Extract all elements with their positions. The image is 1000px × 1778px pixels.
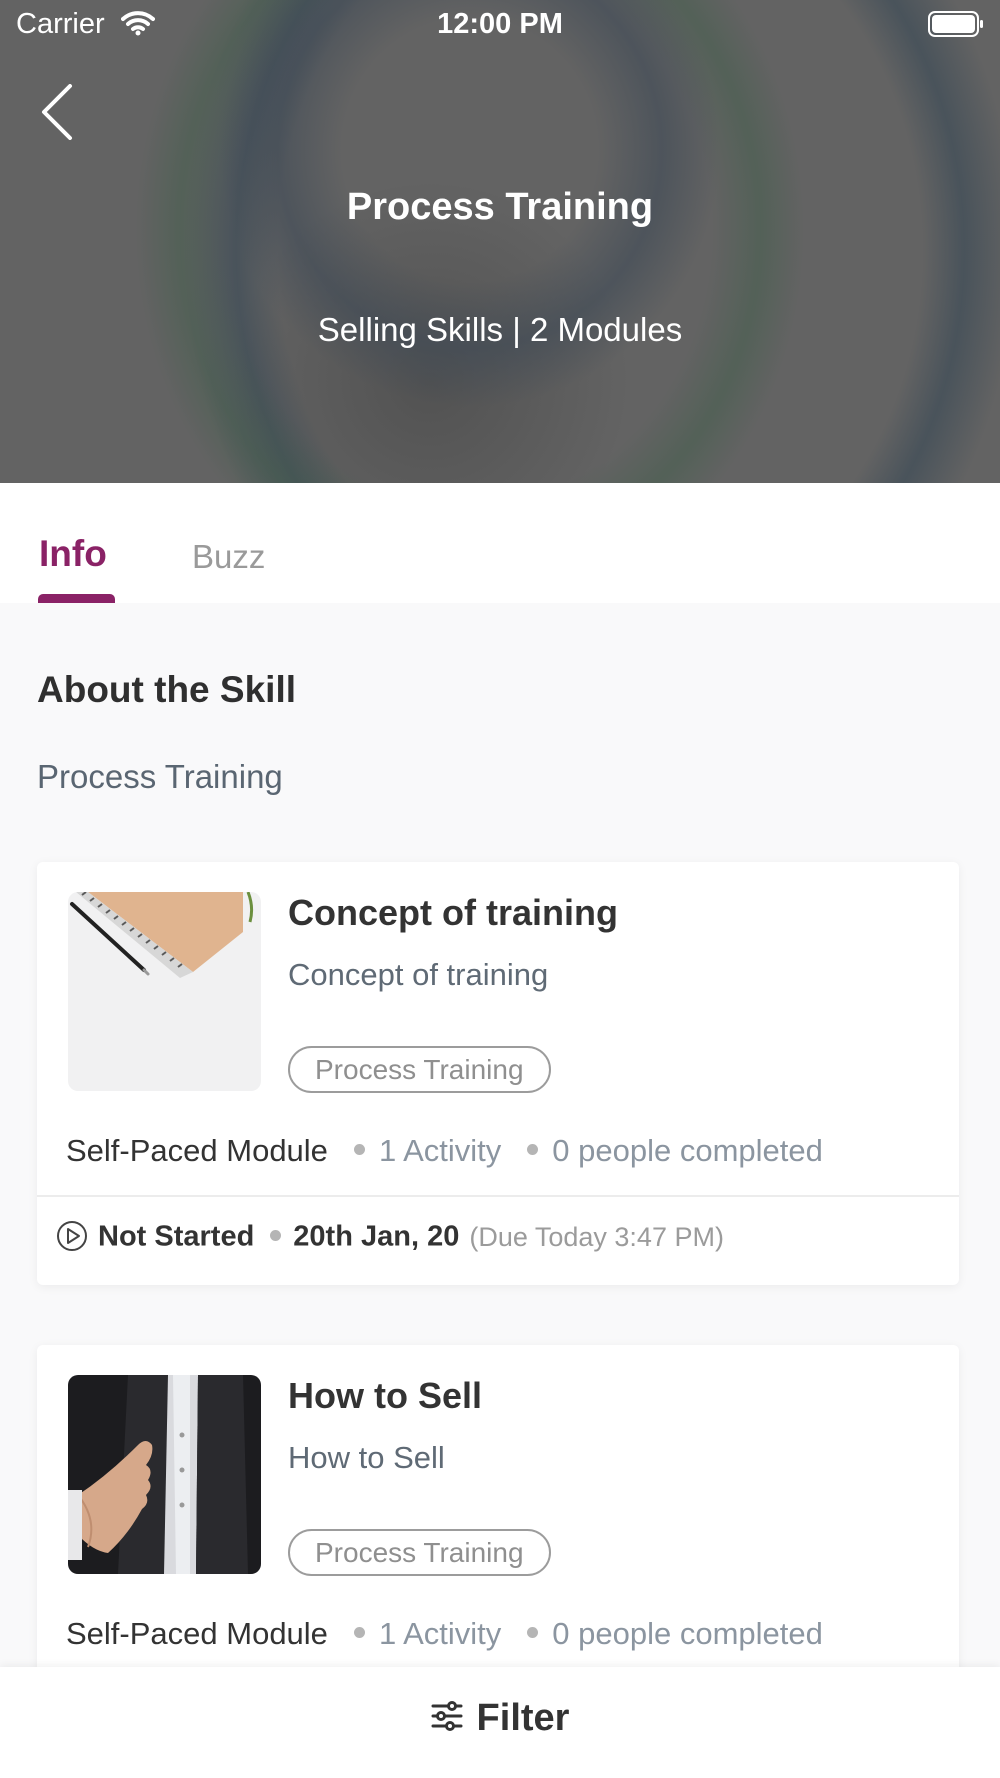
module-due: (Due Today 3:47 PM) bbox=[469, 1221, 724, 1252]
separator-dot bbox=[527, 1144, 539, 1156]
separator-dot bbox=[270, 1229, 282, 1241]
tab-bar: Info Buzz bbox=[0, 483, 1000, 603]
module-meta: Self-Paced Module 1 Activity 0 people comp… bbox=[66, 1616, 823, 1652]
module-activities: 1 Activity bbox=[378, 1616, 502, 1651]
active-tab-indicator bbox=[38, 594, 115, 603]
skill-header: Carrier 12:00 PM Process Training Sellin… bbox=[0, 0, 1000, 483]
filter-content: Filter bbox=[0, 1697, 1000, 1740]
about-heading: About the Skill bbox=[37, 669, 296, 710]
module-completed-count: 0 people completed bbox=[552, 1133, 823, 1168]
status-bar: Carrier 12:00 PM bbox=[0, 0, 1000, 50]
module-description: How to Sell bbox=[288, 1440, 445, 1475]
module-status-row: Not Started 20th Jan, 20 (Due Today 3:47 P… bbox=[56, 1220, 724, 1256]
battery-icon bbox=[928, 11, 983, 37]
filter-button[interactable]: Filter bbox=[0, 1667, 1000, 1778]
tab-info[interactable]: Info bbox=[39, 533, 107, 575]
module-activities: 1 Activity bbox=[378, 1133, 502, 1168]
module-meta: Self-Paced Module 1 Activity 0 people comp… bbox=[66, 1133, 823, 1169]
status-time: 12:00 PM bbox=[437, 8, 563, 40]
module-type: Self-Paced Module bbox=[66, 1616, 328, 1651]
separator-dot bbox=[353, 1627, 365, 1639]
handshake-image bbox=[68, 1375, 261, 1574]
module-tag: Process Training bbox=[288, 1529, 551, 1576]
notebook-pen-image bbox=[68, 892, 261, 1091]
back-chevron-icon[interactable] bbox=[40, 84, 80, 140]
separator-dot bbox=[353, 1144, 365, 1156]
separator-dot bbox=[527, 1627, 539, 1639]
module-date: 20th Jan, 20 bbox=[293, 1220, 460, 1253]
module-tag: Process Training bbox=[288, 1046, 551, 1093]
module-title: Concept of training bbox=[288, 892, 618, 933]
card-divider bbox=[37, 1195, 959, 1197]
page-subtitle: Selling Skills | 2 Modules bbox=[317, 311, 683, 348]
module-card[interactable]: Concept of training Concept of training … bbox=[37, 862, 959, 1285]
module-status: Not Started bbox=[98, 1220, 255, 1253]
tab-buzz[interactable]: Buzz bbox=[192, 538, 265, 576]
play-circle-icon bbox=[57, 1221, 87, 1251]
filter-label: Filter bbox=[476, 1697, 570, 1739]
sliders-filter-icon bbox=[431, 1700, 463, 1731]
page-title: Process Training bbox=[346, 186, 654, 228]
module-completed-count: 0 people completed bbox=[552, 1616, 823, 1651]
about-text: Process Training bbox=[37, 758, 283, 795]
module-description: Concept of training bbox=[288, 957, 549, 992]
module-title: How to Sell bbox=[288, 1375, 483, 1416]
module-type: Self-Paced Module bbox=[66, 1133, 328, 1168]
